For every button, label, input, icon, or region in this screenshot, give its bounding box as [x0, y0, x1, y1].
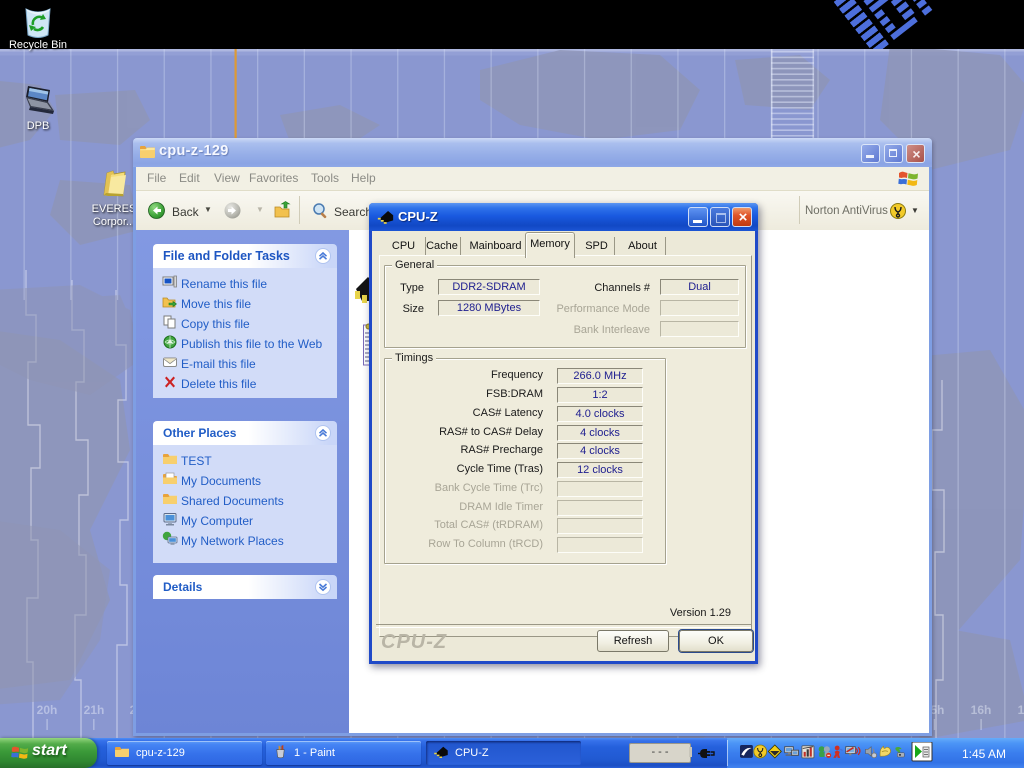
svg-text:17h: 17h: [1018, 703, 1024, 717]
svg-text:20h: 20h: [37, 703, 58, 717]
svg-text:21h: 21h: [84, 703, 105, 717]
svg-text:16h: 16h: [971, 703, 992, 717]
